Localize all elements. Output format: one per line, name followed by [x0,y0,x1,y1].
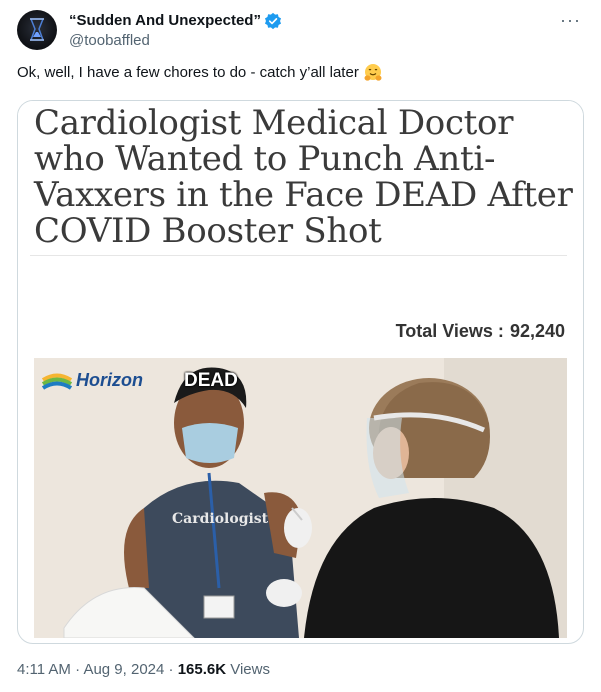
total-views-value: 92,240 [509,321,565,341]
view-count: 165.6K [177,661,227,678]
total-views-label: Total Views : [395,321,504,341]
meta-separator: · [70,661,84,678]
more-options-icon[interactable]: ··· [560,10,581,31]
tweet-header: “Sudden And Unexpected” @toobaffled ··· [17,10,585,54]
tweet-time[interactable]: 4:11 AM [17,661,71,678]
tweet-date[interactable]: Aug 9, 2024 [83,661,164,678]
link-card[interactable]: Cardiologist Medical Doctor who Wanted t… [17,100,584,644]
divider [30,255,567,256]
horizon-wave-icon [42,373,72,390]
total-views: Total Views : 92,240 [396,321,565,342]
meta-separator: · [164,661,178,678]
horizon-logo: Horizon [42,370,143,391]
card-image[interactable]: Cardiologist Horizon DEAD [34,358,567,638]
verified-badge-icon[interactable] [264,12,282,30]
dead-caption: DEAD [184,370,238,391]
tweet-body: Ok, well, I have a few chores to do - ca… [17,63,383,83]
author-handle[interactable]: @toobaffled [69,31,282,51]
hugging-face-emoji-icon [364,64,382,81]
author-name-row[interactable]: “Sudden And Unexpected” [69,11,282,31]
shirt-text: Cardiologist [172,511,269,527]
avatar[interactable] [17,10,57,50]
author-block: “Sudden And Unexpected” @toobaffled [69,11,282,51]
horizon-logo-text: Horizon [76,370,143,390]
hourglass-icon [29,18,45,41]
tweet-text: Ok, well, I have a few chores to do - ca… [17,64,359,81]
vaccination-photo: Cardiologist [34,358,567,638]
tweet-meta: 4:11 AM · Aug 9, 2024 · 165.6K Views [17,660,270,680]
card-headline: Cardiologist Medical Doctor who Wanted t… [34,103,573,251]
author-display-name[interactable]: “Sudden And Unexpected” [69,11,261,31]
card-headline-area: Cardiologist Medical Doctor who Wanted t… [18,101,583,279]
views-label: Views [226,661,270,678]
